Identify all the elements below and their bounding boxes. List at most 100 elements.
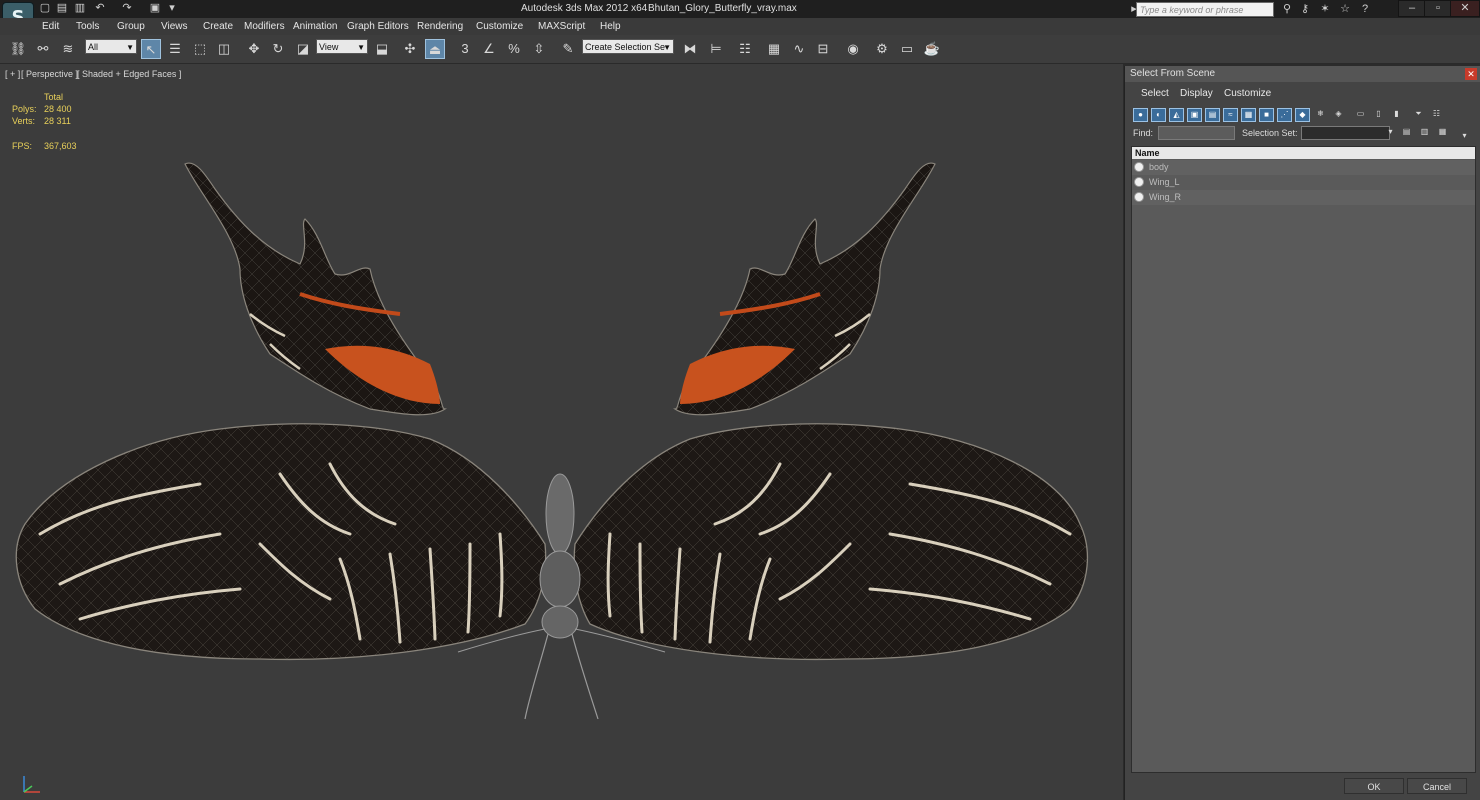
select-and-manipulate-icon[interactable]: ✣ [400, 39, 420, 59]
menu-rendering[interactable]: Rendering [417, 21, 463, 32]
render-production-icon[interactable]: ☕ [922, 39, 942, 59]
reference-coordinate-dropdown[interactable]: View ▼ [316, 39, 368, 54]
use-pivot-point-center-icon[interactable]: ⬓ [372, 39, 392, 59]
select-none-icon[interactable]: ▯ [1371, 108, 1386, 122]
panel-menu-select[interactable]: Select [1141, 88, 1169, 99]
panel-options-icon[interactable]: ▾ [1457, 130, 1472, 144]
material-editor-icon[interactable]: ◉ [843, 39, 863, 59]
angle-snap-toggle-icon[interactable]: ∠ [479, 39, 499, 59]
display-lights-icon[interactable]: ◭ [1169, 108, 1184, 122]
display-frozen-icon[interactable]: ❄ [1313, 108, 1328, 122]
render-setup-icon[interactable]: ⚙ [872, 39, 892, 59]
panel-menu-display[interactable]: Display [1180, 88, 1213, 99]
select-all-icon[interactable]: ▭ [1353, 108, 1368, 122]
list-item[interactable]: body [1132, 160, 1475, 175]
display-shapes-icon[interactable]: ◐ [1151, 108, 1166, 122]
rectangular-selection-icon[interactable]: ⬚ [190, 39, 210, 59]
butterfly-model[interactable] [0, 64, 1123, 800]
maximize-button[interactable]: ▫ [1424, 0, 1452, 17]
window-filename: Bhutan_Glory_Butterfly_vray.max [648, 3, 797, 14]
project-folder-icon[interactable]: ▣ [148, 1, 162, 15]
list-item[interactable]: Wing_R [1132, 190, 1475, 205]
select-and-link-icon[interactable]: ⛓ [8, 39, 28, 59]
menu-group[interactable]: Group [117, 21, 145, 32]
panel-menu-customize[interactable]: Customize [1224, 88, 1271, 99]
menu-create[interactable]: Create [203, 21, 233, 32]
chevron-down-icon[interactable]: ▾ [1383, 126, 1398, 140]
window-crossing-icon[interactable]: ◫ [214, 39, 234, 59]
ok-button[interactable]: OK [1344, 778, 1404, 794]
list-item[interactable]: Wing_L [1132, 175, 1475, 190]
align-icon[interactable]: ⊨ [706, 39, 726, 59]
display-groups-icon[interactable]: ▦ [1241, 108, 1256, 122]
subscription-icon[interactable]: ⚷ [1297, 2, 1313, 16]
new-file-icon[interactable]: ▢ [38, 1, 52, 15]
save-selection-set-icon[interactable]: ▤ [1399, 126, 1414, 140]
select-and-rotate-icon[interactable]: ↻ [268, 39, 288, 59]
filter-icon[interactable]: ⏷ [1411, 108, 1426, 122]
rendered-frame-window-icon[interactable]: ▭ [897, 39, 917, 59]
menu-tools[interactable]: Tools [76, 21, 99, 32]
help-search-input[interactable]: Type a keyword or phrase [1136, 2, 1274, 17]
menu-modifiers[interactable]: Modifiers [244, 21, 285, 32]
remove-selection-set-icon[interactable]: ▦ [1435, 126, 1450, 140]
minimize-button[interactable]: – [1398, 0, 1426, 17]
add-to-selection-set-icon[interactable]: ▥ [1417, 126, 1432, 140]
save-file-icon[interactable]: ▥ [73, 1, 87, 15]
named-selection-sets-dropdown[interactable]: Create Selection Se ▼ [582, 39, 674, 54]
select-invert-icon[interactable]: ▮ [1389, 108, 1404, 122]
select-by-name-icon[interactable]: ☰ [165, 39, 185, 59]
menu-bar: Edit Tools Group Views Create Modifiers … [0, 18, 1480, 35]
select-and-move-icon[interactable]: ✥ [244, 39, 264, 59]
mirror-icon[interactable]: ⧓ [680, 39, 700, 59]
spinner-snap-toggle-icon[interactable]: ⇳ [529, 39, 549, 59]
selection-filter-dropdown[interactable]: All ▼ [85, 39, 137, 54]
menu-help[interactable]: Help [600, 21, 621, 32]
dialog-close-button[interactable]: ✕ [1465, 68, 1477, 80]
scene-object-list: Name body Wing_L Wing_R [1131, 146, 1476, 773]
display-geometry-icon[interactable]: ● [1133, 108, 1148, 122]
bind-to-space-warp-icon[interactable]: ≋ [58, 39, 78, 59]
display-space-warps-icon[interactable]: ≈ [1223, 108, 1238, 122]
schematic-view-icon[interactable]: ⊟ [813, 39, 833, 59]
edit-named-selection-sets-icon[interactable]: ✎ [558, 39, 578, 59]
menu-views[interactable]: Views [161, 21, 188, 32]
display-helpers-icon[interactable]: ▤ [1205, 108, 1220, 122]
open-file-icon[interactable]: ▤ [55, 1, 69, 15]
menu-customize[interactable]: Customize [476, 21, 523, 32]
graphite-modeling-tools-icon[interactable]: ▦ [764, 39, 784, 59]
select-object-icon[interactable]: ↖ [141, 39, 161, 59]
menu-edit[interactable]: Edit [42, 21, 59, 32]
layer-manager-icon[interactable]: ☷ [735, 39, 755, 59]
display-hidden-icon[interactable]: ◈ [1331, 108, 1346, 122]
perspective-viewport[interactable]: [ + ] [ Perspective ] [ Shaded + Edged F… [0, 64, 1123, 800]
display-cameras-icon[interactable]: ▣ [1187, 108, 1202, 122]
selection-set-dropdown[interactable] [1301, 126, 1390, 140]
display-bones-icon[interactable]: ⋰ [1277, 108, 1292, 122]
quick-access-dropdown-icon[interactable]: ▾ [165, 1, 179, 15]
favorites-icon[interactable]: ☆ [1337, 2, 1353, 16]
display-xrefs-icon[interactable]: ■ [1259, 108, 1274, 122]
window-title: Autodesk 3ds Max 2012 x64 [521, 3, 648, 14]
communication-center-icon[interactable]: ✶ [1317, 2, 1333, 16]
cancel-button[interactable]: Cancel [1407, 778, 1467, 794]
find-input[interactable] [1158, 126, 1235, 140]
close-button[interactable]: ✕ [1450, 0, 1480, 17]
unlink-selection-icon[interactable]: ⚯ [33, 39, 53, 59]
redo-icon[interactable]: ↷ [120, 1, 134, 15]
display-containers-icon[interactable]: ◆ [1295, 108, 1310, 122]
menu-maxscript[interactable]: MAXScript [538, 21, 585, 32]
geometry-object-icon [1134, 192, 1144, 202]
menu-graph-editors[interactable]: Graph Editors [347, 21, 409, 32]
snaps-toggle-icon[interactable]: 3 [455, 39, 475, 59]
undo-icon[interactable]: ↶ [93, 1, 107, 15]
hierarchy-icon[interactable]: ☷ [1429, 108, 1444, 122]
help-icon[interactable]: ? [1357, 2, 1373, 16]
keyboard-shortcut-override-icon[interactable]: ⏏ [425, 39, 445, 59]
select-and-scale-icon[interactable]: ◪ [293, 39, 313, 59]
curve-editor-icon[interactable]: ∿ [789, 39, 809, 59]
menu-animation[interactable]: Animation [293, 21, 337, 32]
search-icon[interactable]: ⚲ [1279, 2, 1295, 16]
percent-snap-toggle-icon[interactable]: % [504, 39, 524, 59]
column-header-name[interactable]: Name [1132, 147, 1475, 159]
